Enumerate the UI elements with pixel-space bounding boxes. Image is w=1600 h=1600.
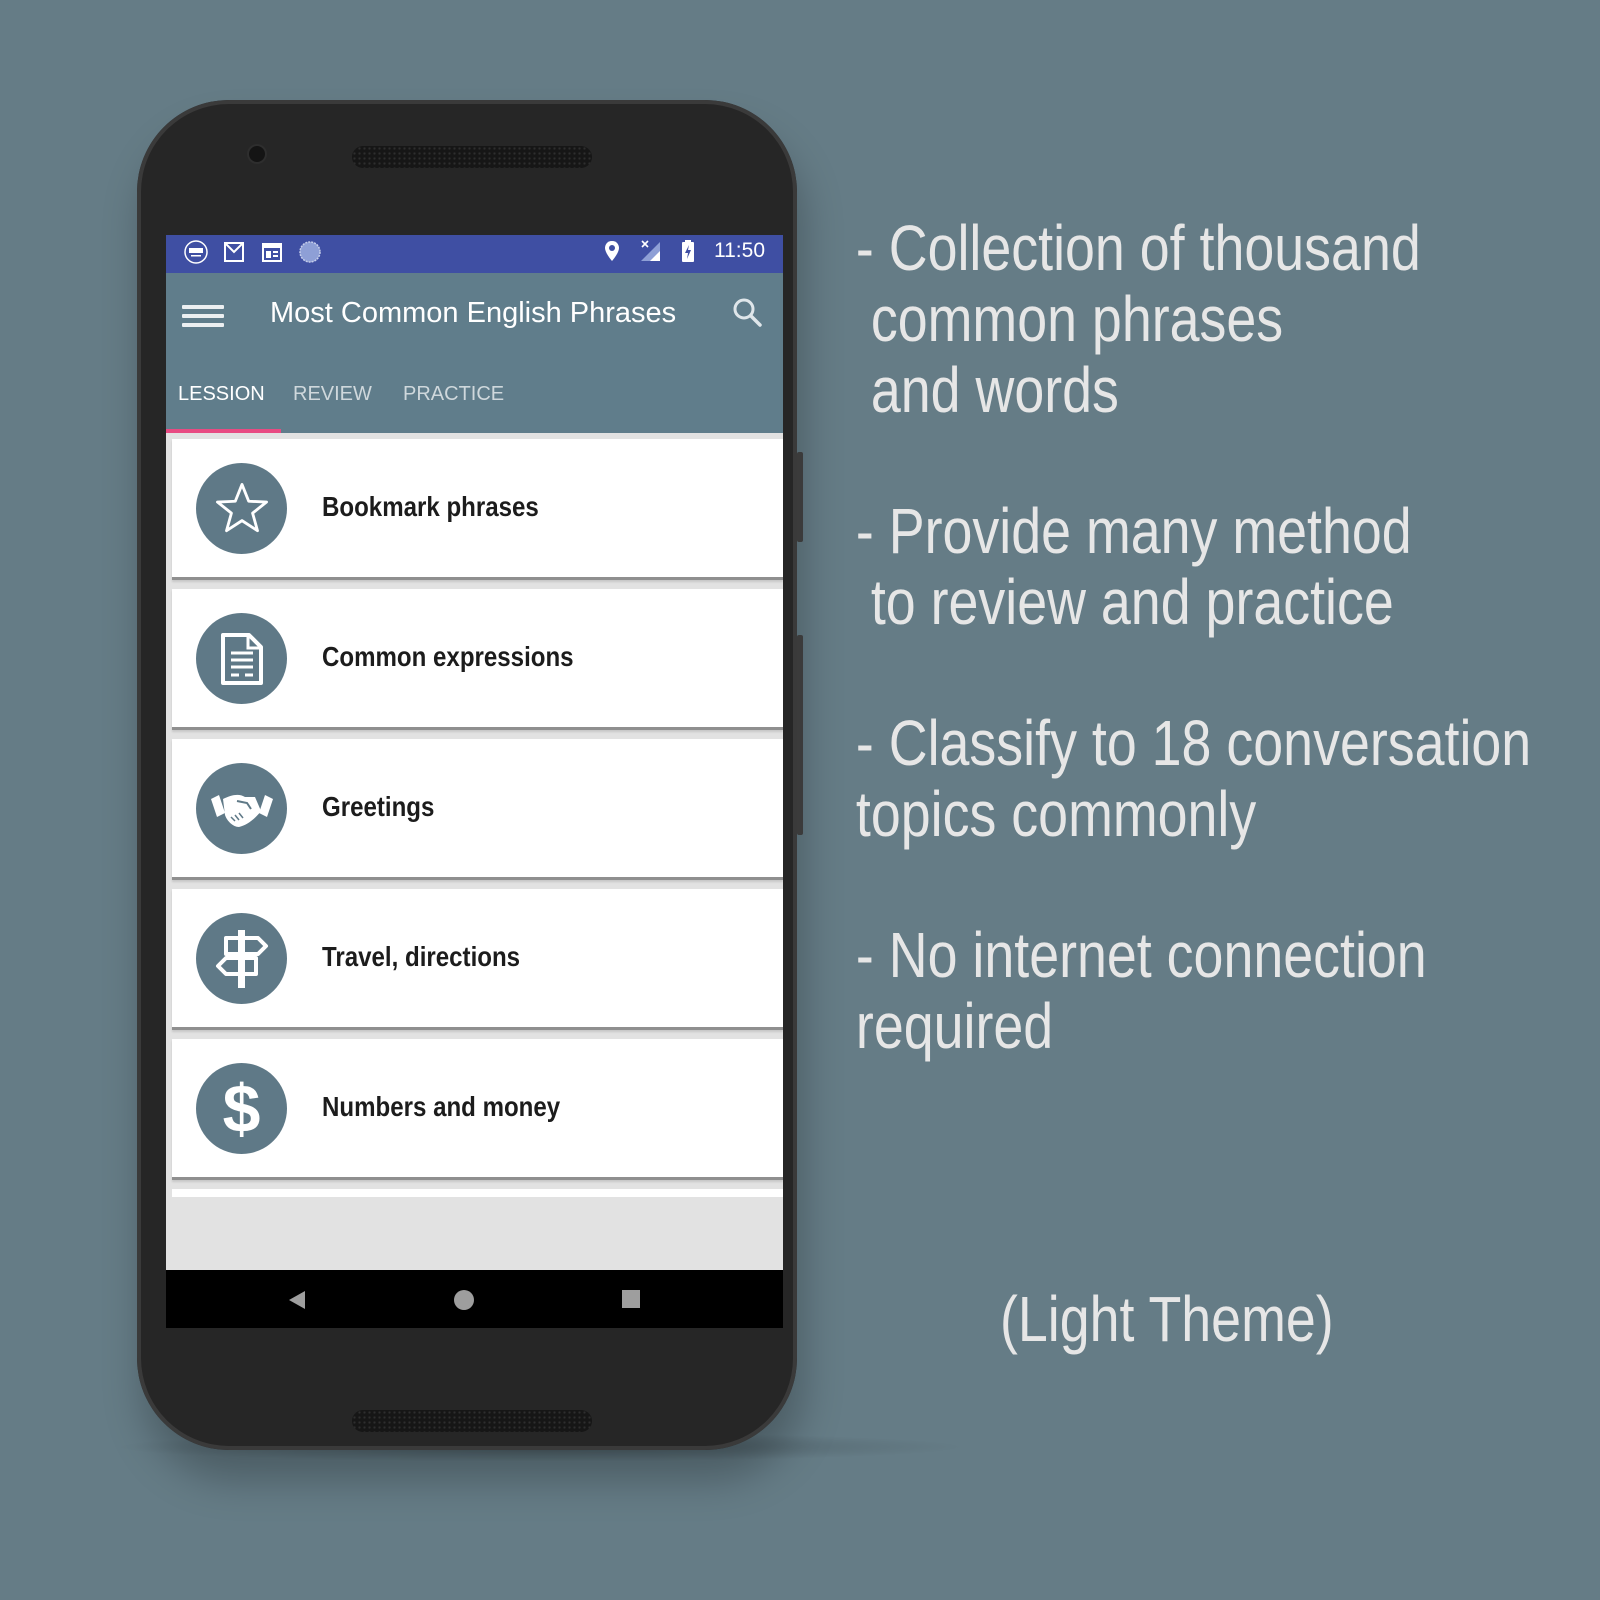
power-button [797, 452, 803, 542]
next-lesson-peek [172, 1189, 783, 1197]
tab-practice-label: PRACTICE [403, 383, 505, 405]
search-icon[interactable] [729, 295, 765, 331]
status-bar: 11:50 [166, 235, 783, 273]
lesson-item-travel-directions[interactable]: Travel, directions [172, 889, 783, 1030]
volume-button [797, 635, 803, 835]
app-title: Most Common English Phrases [270, 297, 677, 329]
lesson-label: Greetings [322, 791, 435, 822]
feature-item: - Provide many method to review and prac… [855, 495, 1412, 638]
tab-practice[interactable]: PRACTICE [391, 383, 516, 433]
feature-item: - Collection of thousand common phrases … [855, 212, 1421, 426]
gmail-icon [222, 240, 246, 264]
lesson-item-bookmark-phrases[interactable]: Bookmark phrases [172, 439, 783, 580]
tab-review-label: REVIEW [293, 383, 372, 405]
handshake-icon [196, 763, 287, 854]
lesson-item-greetings[interactable]: Greetings [172, 739, 783, 880]
battery-charging-icon [676, 239, 700, 263]
top-speaker [352, 146, 592, 168]
calendar-icon [260, 240, 284, 264]
lesson-label: Common expressions [322, 641, 574, 672]
lesson-list: Bookmark phrases Common expressions Gree… [166, 433, 783, 1197]
lesson-label: Travel, directions [322, 941, 521, 972]
lesson-item-numbers-and-money[interactable]: $ Numbers and money [172, 1039, 783, 1180]
hamburger-menu-icon[interactable] [182, 300, 224, 332]
dollar-icon: $ [196, 1063, 287, 1154]
clock: 11:50 [714, 239, 765, 262]
home-icon[interactable] [453, 1289, 475, 1316]
tab-bar: LESSION REVIEW PRACTICE [166, 383, 516, 433]
app-notification-icon [184, 240, 208, 264]
feature-item: - No internet connection required [855, 919, 1427, 1062]
navigation-bar [166, 1270, 783, 1328]
tab-lession[interactable]: LESSION [166, 383, 281, 433]
signal-no-data-icon [638, 239, 662, 263]
tab-lession-label: LESSION [178, 383, 265, 405]
front-camera [249, 146, 265, 162]
lesson-label: Numbers and money [322, 1091, 561, 1122]
star-icon [196, 463, 287, 554]
lesson-item-common-expressions[interactable]: Common expressions [172, 589, 783, 730]
location-icon [600, 239, 624, 263]
bottom-speaker [352, 1410, 592, 1432]
back-icon[interactable] [286, 1289, 308, 1316]
lesson-label: Bookmark phrases [322, 491, 539, 522]
tab-review[interactable]: REVIEW [281, 383, 391, 433]
sync-circle-icon [298, 240, 322, 264]
document-icon [196, 613, 287, 704]
feature-item: - Classify to 18 conversation topics com… [855, 707, 1532, 850]
signpost-icon [196, 913, 287, 1004]
recents-icon[interactable] [621, 1289, 641, 1314]
theme-note: (Light Theme) [1000, 1283, 1334, 1355]
phone-screen: 11:50 Most Common English Phrases LESSIO… [166, 235, 783, 1328]
app-bar: Most Common English Phrases LESSION REVI… [166, 273, 783, 433]
feature-list: - Collection of thousand common phrases … [856, 213, 1531, 1132]
